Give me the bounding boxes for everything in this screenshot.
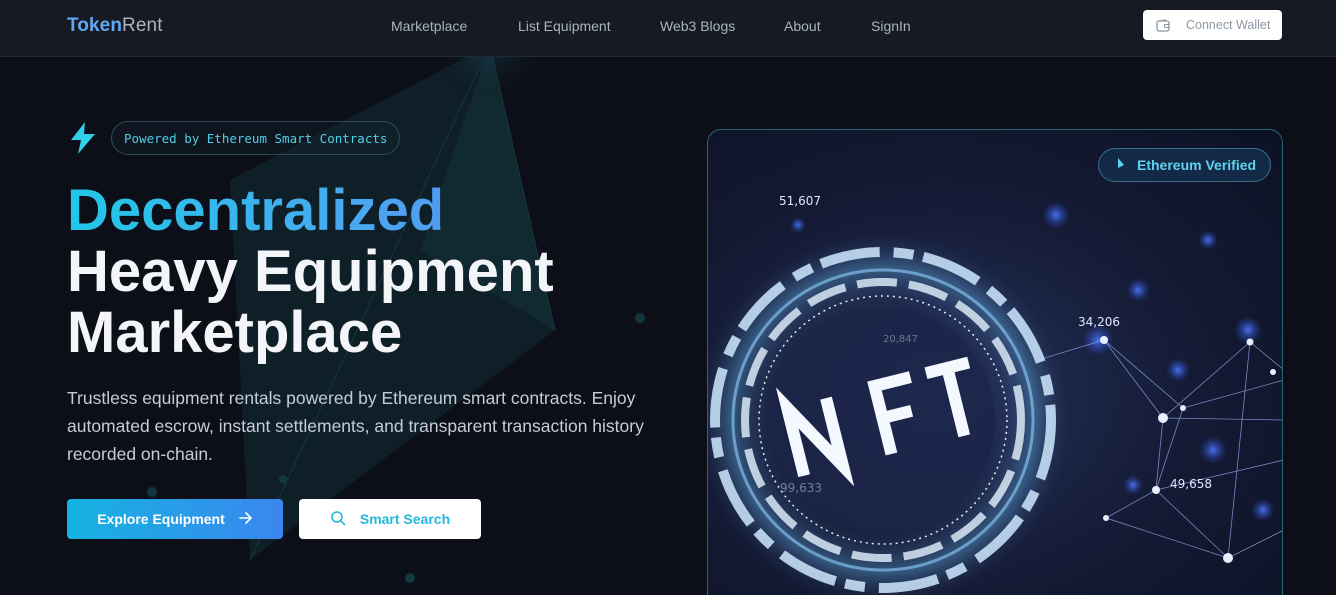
nav-link-signin[interactable]: SignIn	[871, 18, 911, 34]
brand-logo[interactable]: TokenRent	[67, 15, 163, 37]
image-number-1: 51,607	[779, 194, 821, 208]
smart-search-label: Smart Search	[359, 511, 451, 527]
ethereum-icon	[1117, 157, 1125, 174]
explore-equipment-label: Explore Equipment	[97, 511, 225, 527]
headline-line-3: Marketplace	[67, 300, 403, 365]
explore-equipment-button[interactable]: Explore Equipment	[67, 499, 283, 539]
image-number-3: 49,658	[1170, 477, 1212, 491]
headline-line-2: Heavy Equipment	[67, 239, 554, 304]
image-number-5: 20,847	[883, 334, 918, 345]
brand-name-part1: Token	[67, 15, 123, 36]
hero-description: Trustless equipment rentals powered by E…	[67, 388, 644, 464]
smart-search-button[interactable]: Smart Search	[299, 499, 481, 539]
search-icon	[330, 510, 346, 529]
brand-name-part2: Rent	[122, 15, 163, 36]
image-number-2: 34,206	[1078, 315, 1120, 329]
connect-wallet-label: Connect Wallet	[1186, 18, 1271, 32]
nav-link-list-equipment[interactable]: List Equipment	[518, 18, 611, 34]
hero-image-card: 51,607 34,206 49,658 99,633 20,847 Ether…	[707, 129, 1283, 595]
bolt-icon	[67, 121, 99, 160]
ethereum-verified-badge: Ethereum Verified	[1098, 148, 1272, 182]
navbar: TokenRent Marketplace List Equipment Web…	[0, 0, 1336, 57]
connect-wallet-button[interactable]: Connect Wallet	[1143, 10, 1282, 40]
nav-link-about[interactable]: About	[784, 18, 821, 34]
hero-headline: Decentralized Heavy Equipment Marketplac…	[67, 180, 554, 363]
powered-by-badge: Powered by Ethereum Smart Contracts	[111, 121, 401, 155]
ethereum-verified-label: Ethereum Verified	[1137, 157, 1257, 173]
nav-link-marketplace[interactable]: Marketplace	[391, 18, 467, 34]
wallet-icon	[1156, 18, 1170, 32]
arrow-right-icon	[238, 511, 253, 527]
nav-link-web3-blogs[interactable]: Web3 Blogs	[660, 18, 735, 34]
headline-line-1: Decentralized	[67, 180, 554, 241]
image-number-4: 99,633	[780, 481, 822, 495]
nft-network-illustration: 51,607 34,206 49,658 99,633 20,847	[708, 194, 1282, 595]
